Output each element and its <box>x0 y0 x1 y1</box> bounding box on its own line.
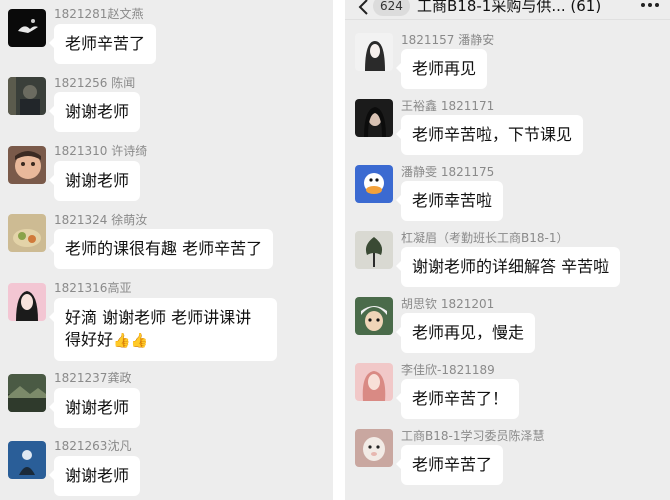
pink-woman-avatar[interactable] <box>355 363 393 401</box>
sender-name: 1821256 陈闻 <box>54 76 136 90</box>
black-bird-avatar[interactable] <box>8 9 46 47</box>
message-bubble[interactable]: 老师的课很有趣 老师辛苦了 <box>48 229 274 269</box>
sender-name: 胡思钦 1821201 <box>401 297 495 311</box>
back-arrow-icon[interactable] <box>357 0 371 16</box>
food-avatar[interactable] <box>8 214 46 252</box>
message-bubble[interactable]: 老师辛苦了！ <box>395 379 520 419</box>
dark-person-avatar[interactable] <box>8 77 46 115</box>
lamb-avatar[interactable] <box>355 429 393 467</box>
message-bubble[interactable]: 谢谢老师 <box>48 161 141 201</box>
chat-title: 工商B18-1采购与供... (61) <box>417 0 602 15</box>
more-options-icon[interactable] <box>640 2 660 12</box>
blue-figure-avatar[interactable] <box>8 441 46 479</box>
pink-girl-avatar[interactable] <box>8 283 46 321</box>
sender-name: 李佳欣-1821189 <box>401 363 495 377</box>
sender-name: 潘静雯 1821175 <box>401 165 495 179</box>
message-bubble[interactable]: 好滴 谢谢老师 老师讲课讲 得好好👍👍 <box>49 298 277 361</box>
message-bubble[interactable]: 谢谢老师 <box>48 92 141 132</box>
child-face-avatar[interactable] <box>8 146 46 184</box>
message-bubble[interactable]: 谢谢老师的详细解答 辛苦啦 <box>395 247 621 287</box>
sender-name: 1821316高亚 <box>54 281 132 295</box>
message-bubble[interactable]: 老师再见 <box>395 49 488 89</box>
tree-avatar[interactable] <box>355 231 393 269</box>
dark-girl-avatar[interactable] <box>355 99 393 137</box>
landscape-avatar[interactable] <box>8 374 46 412</box>
message-bubble[interactable]: 老师再见，慢走 <box>395 313 536 353</box>
sender-name: 1821237龚政 <box>54 371 132 385</box>
message-bubble[interactable]: 谢谢老师 <box>48 388 141 428</box>
sender-name: 王裕鑫 1821171 <box>401 99 495 113</box>
sender-name: 1821263沈凡 <box>54 439 132 453</box>
sender-name: 1821310 许诗绮 <box>54 144 148 158</box>
unread-count-badge[interactable]: 624 <box>373 0 410 16</box>
sender-name: 1821324 徐萌汝 <box>54 213 148 227</box>
anime-boy-avatar[interactable] <box>355 297 393 335</box>
message-text-line: 好滴 谢谢老师 老师讲课讲 <box>65 308 252 327</box>
sender-name: 工商B18-1学习委员陈泽慧 <box>401 429 545 443</box>
sender-name: 杠凝眉（考勤班长工商B18-1） <box>401 231 569 245</box>
cartoon-duck-avatar[interactable] <box>355 165 393 203</box>
message-text-line: 得好好 <box>65 330 114 349</box>
sender-name: 1821281赵文燕 <box>54 7 144 21</box>
chat-header: 624 工商B18-1采购与供... (61) <box>345 0 670 20</box>
left-chat-panel: 1821281赵文燕 老师辛苦了 1821256 陈闻 谢谢老师 1821310… <box>0 0 333 500</box>
message-bubble[interactable]: 老师辛苦啦，下节课见 <box>395 115 584 155</box>
sender-name: 1821157 潘静安 <box>401 33 495 47</box>
message-bubble[interactable]: 老师辛苦了 <box>48 24 157 64</box>
thumbs-up-icon: 👍👍 <box>113 333 148 349</box>
message-bubble[interactable]: 老师幸苦啦 <box>395 181 504 221</box>
girl-sketch-avatar[interactable] <box>355 33 393 71</box>
message-bubble[interactable]: 谢谢老师 <box>48 456 141 496</box>
message-bubble[interactable]: 老师辛苦了 <box>395 445 504 485</box>
right-chat-panel: 624 工商B18-1采购与供... (61) 1821157 潘静安 老师再见… <box>345 0 670 500</box>
